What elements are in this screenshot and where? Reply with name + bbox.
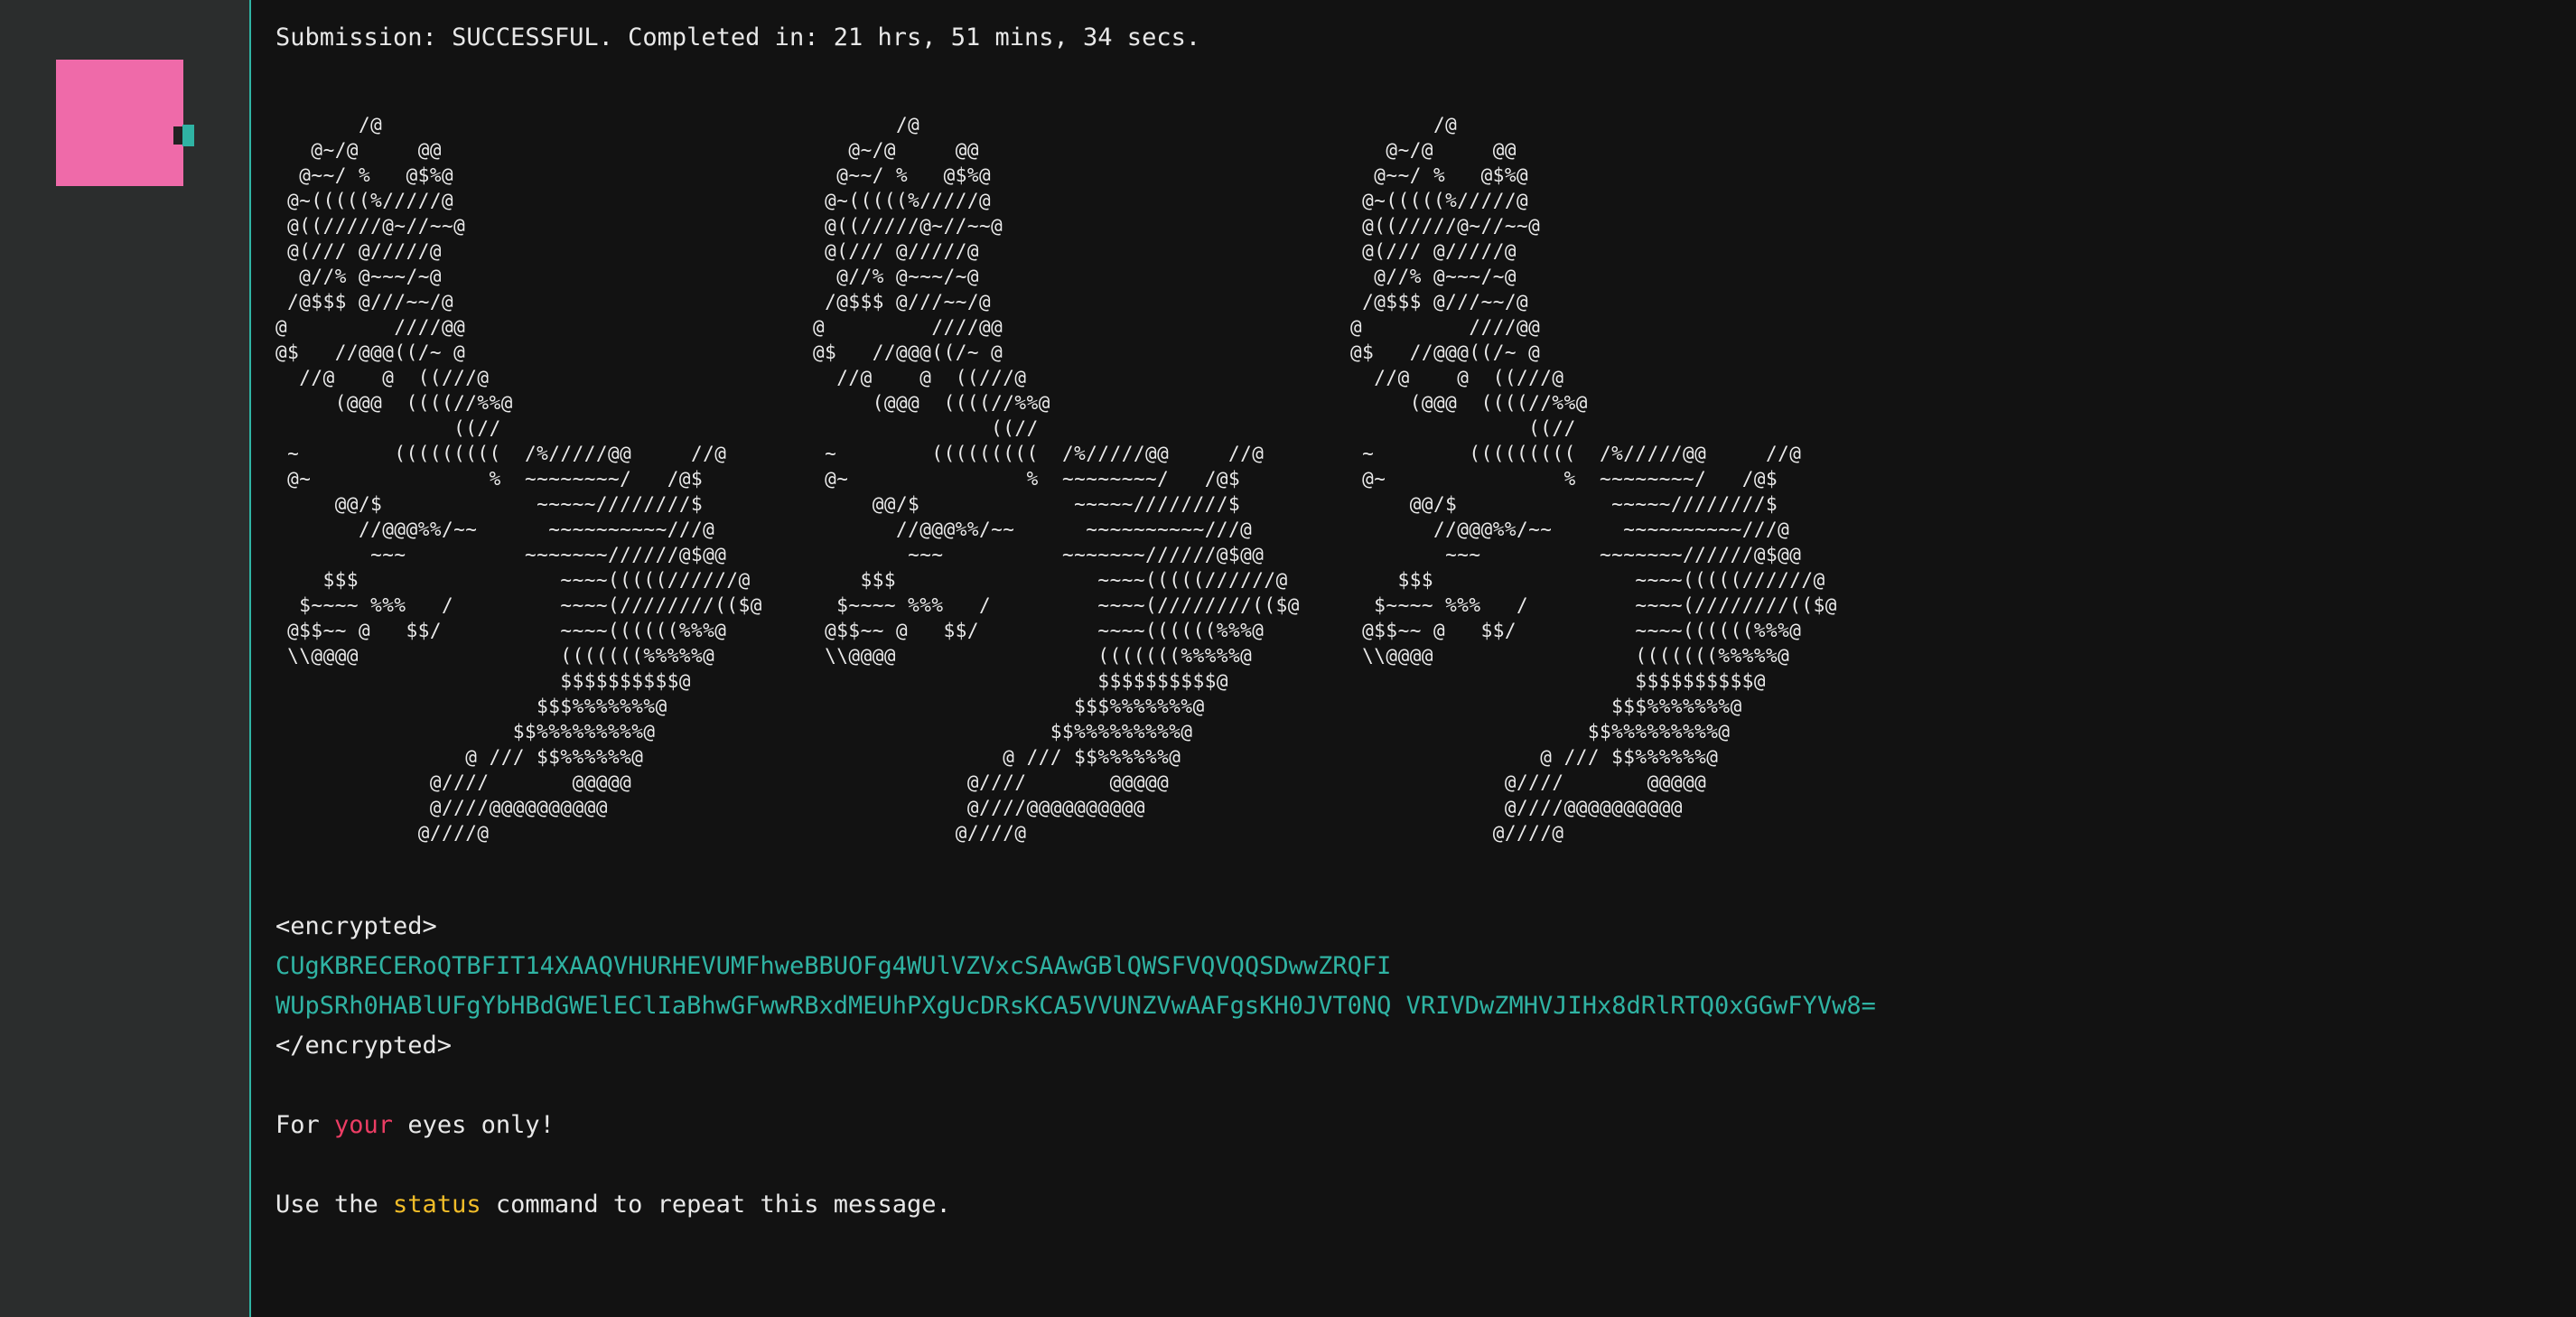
encrypted-close-tag: </encrypted> — [275, 1032, 453, 1060]
ascii-art-2: /@ @~/@ @@ @~~/ % @$%@ @~(((((%/////@ @(… — [813, 114, 1300, 844]
ascii-art: /@ @~/@ @@ @~~/ % @$%@ @~(((((%/////@ @(… — [275, 112, 2552, 907]
hint-prefix: Use the — [275, 1191, 394, 1219]
ascii-art-3: /@ @~/@ @@ @~~/ % @$%@ @~(((((%/////@ @(… — [1350, 114, 1837, 844]
hint-suffix: command to repeat this message. — [481, 1191, 951, 1219]
status-command: status — [393, 1191, 481, 1219]
eyes-only-message: For your eyes only! — [275, 1106, 2552, 1145]
submission-status: Submission: SUCCESSFUL. Completed in: 21… — [275, 23, 1201, 51]
avatar — [56, 60, 183, 186]
encrypted-line-2: WUpSRh0HABlUFgYbHBdGWElEClIaBhwGFwwRBxdM… — [275, 992, 1876, 1020]
terminal-output: Submission: SUCCESSFUL. Completed in: 21… — [275, 18, 2552, 1225]
status-hint-message: Use the status command to repeat this me… — [275, 1185, 2552, 1225]
cursor-shadow — [173, 126, 182, 145]
encrypted-open-tag: <encrypted> — [275, 912, 437, 940]
eyes-suffix: eyes only! — [393, 1111, 555, 1139]
sidebar — [0, 0, 251, 1317]
ascii-art-1: /@ @~/@ @@ @~~/ % @$%@ @~(((((%/////@ @(… — [275, 114, 762, 844]
eyes-highlight: your — [334, 1111, 394, 1139]
encrypted-line-1: CUgKBRECERoQTBFIT14XAAQVHURHEVUMFhweBBUO… — [275, 952, 1392, 980]
cursor-block — [182, 125, 194, 146]
eyes-prefix: For — [275, 1111, 335, 1139]
